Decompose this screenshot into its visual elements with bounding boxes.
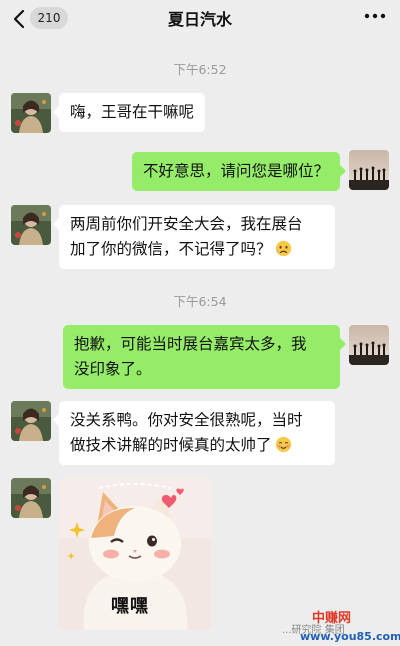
sent-message-bubble[interactable]: 抱歉，可能当时展台嘉宾太多，我 没印象了。 [63, 325, 346, 389]
user-avatar[interactable] [349, 150, 389, 190]
message-text: 嗨，王哥在干嘛呢 [70, 103, 195, 121]
message-text-line: 抱歉，可能当时展台嘉宾太多，我 [74, 335, 307, 353]
contact-avatar[interactable] [11, 478, 51, 518]
user-avatar[interactable] [349, 325, 389, 365]
message-text: 不好意思，请问您是哪位？ [142, 162, 329, 180]
timestamp: 下午6:52 [173, 62, 227, 77]
message-text-line: 两周前你们开安全大会，我在展台 [70, 215, 303, 233]
contact-avatar[interactable] [11, 93, 51, 133]
message-text-line: 做技术讲解的时候真的太帅了 [70, 436, 272, 454]
received-message-bubble[interactable]: 没关系鸭。你对安全很熟呢，当时 做技术讲解的时候真的太帅了 [53, 401, 335, 465]
sent-message-bubble[interactable]: 不好意思，请问您是哪位？ [131, 152, 347, 191]
contact-avatar[interactable] [11, 401, 51, 441]
watermark-url: www.you85.com [300, 630, 400, 643]
message-text-line: 没印象了。 [74, 360, 152, 378]
chat-title: 夏日汽水 [167, 10, 232, 29]
received-message-bubble[interactable]: 两周前你们开安全大会，我在展台 加了你的微信，不记得了吗？ [53, 205, 335, 269]
chat-header: 210 夏日汽水 [0, 0, 400, 38]
blush-face-emoji-icon [275, 436, 291, 453]
received-message-bubble[interactable]: 嗨，王哥在干嘛呢 [52, 93, 206, 132]
message-text-line: 没关系鸭。你对安全很熟呢，当时 [70, 411, 303, 429]
contact-avatar[interactable] [11, 205, 51, 245]
sticker-caption: 嘿嘿 [111, 596, 149, 617]
message-text-line: 加了你的微信，不记得了吗？ [70, 240, 272, 258]
cat-sticker[interactable]: 嘿嘿 [59, 478, 211, 630]
sad-face-emoji-icon [275, 240, 291, 257]
timestamp: 下午6:54 [173, 294, 227, 309]
more-options-icon[interactable] [364, 12, 386, 20]
